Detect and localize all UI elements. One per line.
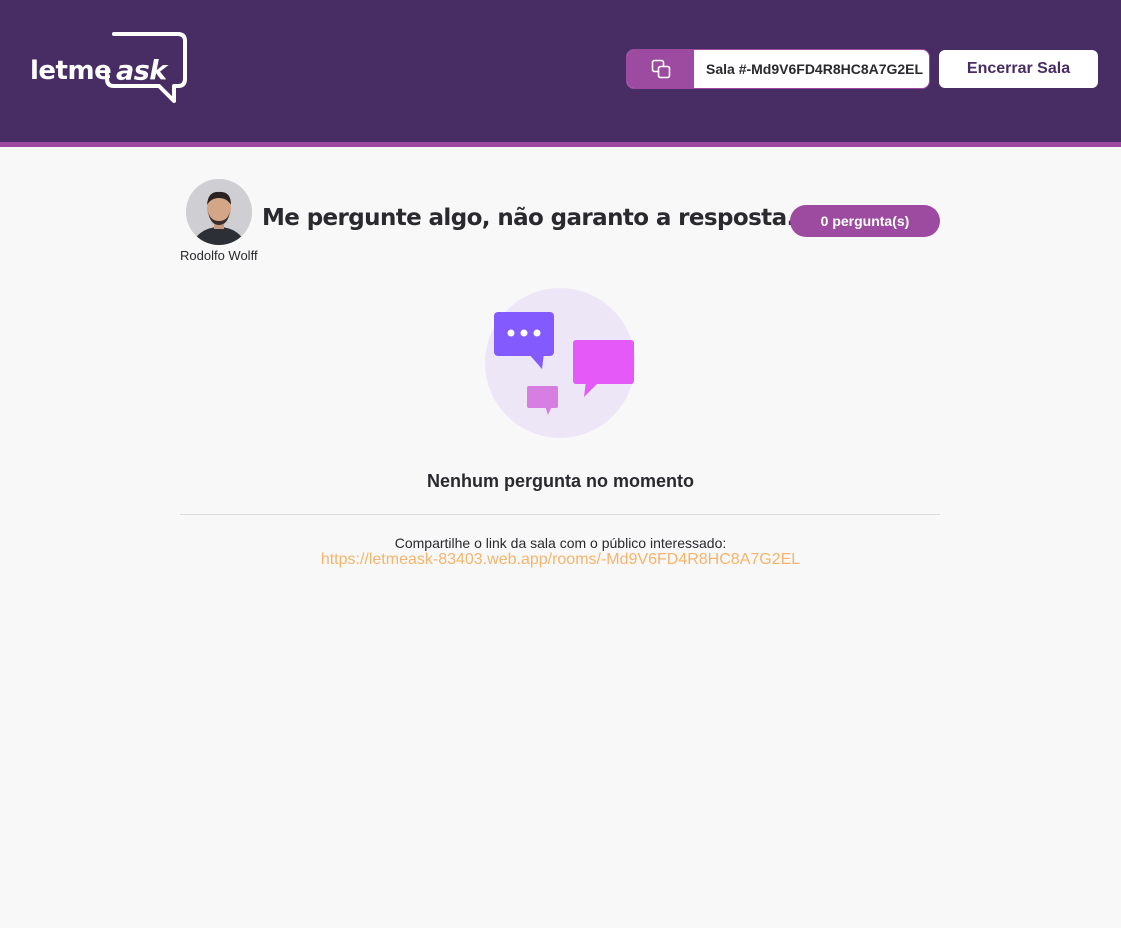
logo-word-letme: letme <box>30 56 112 86</box>
divider <box>180 514 940 515</box>
copy-icon[interactable] <box>627 50 694 88</box>
avatar <box>186 179 252 245</box>
speech-bubbles-icon <box>484 287 636 439</box>
empty-state-title: Nenhum pergunta no momento <box>427 471 694 491</box>
room-share-link[interactable]: https://letmeask-83403.web.app/rooms/-Md… <box>0 551 1121 569</box>
logo-word-ask: ask <box>116 55 167 87</box>
user-avatar-icon <box>186 179 252 245</box>
room-code-button[interactable]: Sala #-Md9V6FD4R8HC8A7G2EL <box>626 49 930 89</box>
header-accent-stripe <box>0 142 1121 147</box>
top-bar: letme ask Sala #-Md9V6FD4R8HC8A7G2EL Enc… <box>0 0 1121 142</box>
end-room-button[interactable]: Encerrar Sala <box>939 50 1098 88</box>
share-instructions: Compartilhe o link da sala com o público… <box>394 535 727 551</box>
letmeask-logo[interactable]: letme ask <box>28 30 188 106</box>
author-name: Rodolfo Wolff <box>180 248 258 263</box>
room-code-label: Sala #-Md9V6FD4R8HC8A7G2EL <box>706 61 924 77</box>
question-count-badge: 0 pergunta(s) <box>790 205 940 237</box>
page-title: Me pergunte algo, não garanto a resposta… <box>262 205 795 231</box>
